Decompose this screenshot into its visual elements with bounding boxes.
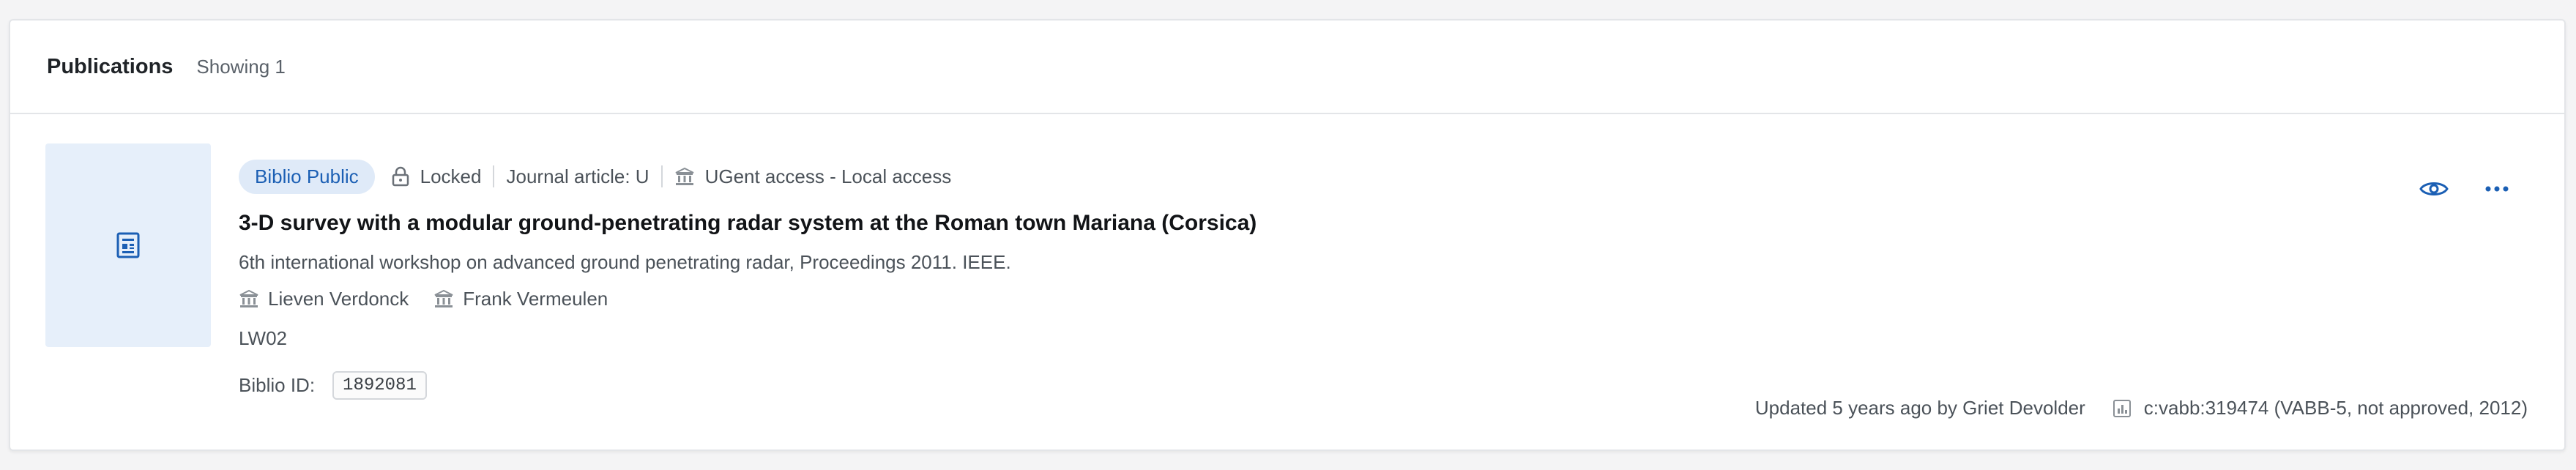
department-code: LW02 xyxy=(239,327,287,349)
publications-card: Publications Showing 1 Biblio Public Loc… xyxy=(9,19,2566,451)
publication-source: 6th international workshop on advanced g… xyxy=(239,251,1011,273)
institution-icon xyxy=(434,289,453,307)
lock-status-label: Locked xyxy=(420,165,482,187)
card-header: Publications Showing 1 xyxy=(10,20,2564,114)
institution-icon xyxy=(239,289,258,307)
document-icon xyxy=(116,232,140,258)
page-title: Publications xyxy=(47,54,174,78)
author-name: Frank Vermeulen xyxy=(463,287,608,310)
publication-footer: Updated 5 years ago by Griet Devolder c:… xyxy=(1755,397,2528,419)
publication-content: Biblio Public Locked Journal article: U xyxy=(239,159,2564,401)
access-label: UGent access - Local access xyxy=(704,165,952,187)
result-count: Showing 1 xyxy=(196,55,286,78)
bar-chart-icon xyxy=(2112,399,2131,417)
divider xyxy=(493,165,495,187)
row-actions xyxy=(2387,173,2513,205)
biblio-id-value[interactable]: 1892081 xyxy=(332,370,427,400)
more-horizontal-icon xyxy=(2485,186,2509,192)
publication-thumbnail[interactable] xyxy=(45,143,211,347)
divider xyxy=(660,165,663,187)
author-item: Frank Vermeulen xyxy=(433,288,608,310)
more-options-button[interactable] xyxy=(2481,173,2513,205)
vabb-info: c:vabb:319474 (VABB-5, not approved, 201… xyxy=(2112,397,2528,419)
publication-meta: Biblio Public Locked Journal article: U xyxy=(239,159,2564,194)
vabb-label: c:vabb:319474 (VABB-5, not approved, 201… xyxy=(2143,397,2528,419)
institution-icon xyxy=(675,167,694,185)
view-button[interactable] xyxy=(2418,173,2450,205)
publication-type: Journal article: U xyxy=(506,165,649,187)
updated-info: Updated 5 years ago by Griet Devolder xyxy=(1754,397,2085,419)
lock-icon xyxy=(392,166,409,187)
publication-title[interactable]: 3-D survey with a modular ground-penetra… xyxy=(239,208,2564,239)
status-badge: Biblio Public xyxy=(239,159,375,194)
biblio-id-label: Biblio ID: xyxy=(239,373,316,396)
access-level: UGent access - Local access xyxy=(674,165,952,188)
lock-status: Locked xyxy=(391,165,482,188)
author-list: Lieven Verdonck Frank Vermeulen xyxy=(239,286,2564,312)
author-item: Lieven Verdonck xyxy=(239,288,409,310)
eye-icon xyxy=(2419,182,2449,195)
author-name: Lieven Verdonck xyxy=(268,287,409,310)
